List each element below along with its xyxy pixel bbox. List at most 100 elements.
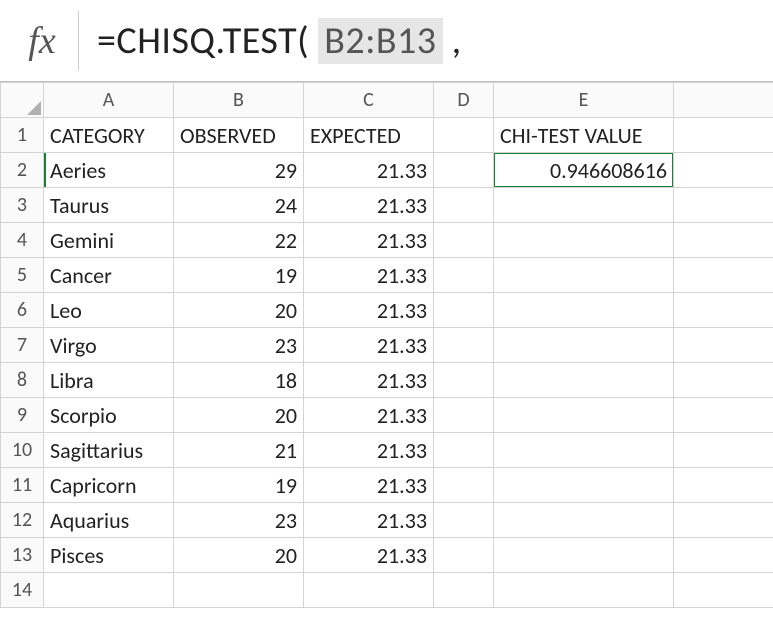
cell-E13[interactable] [494, 538, 674, 573]
cell-B4[interactable]: 22 [174, 223, 304, 258]
cell-F7[interactable] [674, 328, 773, 363]
cell-B1[interactable]: OBSERVED [174, 118, 304, 153]
column-header-B[interactable]: B [174, 83, 304, 118]
cell-A7[interactable]: Virgo [44, 328, 174, 363]
cell-B8[interactable]: 18 [174, 363, 304, 398]
cell-E8[interactable] [494, 363, 674, 398]
cell-C12[interactable]: 21.33 [304, 503, 434, 538]
row-header-7[interactable]: 7 [1, 328, 44, 363]
cell-C11[interactable]: 21.33 [304, 468, 434, 503]
cell-F4[interactable] [674, 223, 773, 258]
cell-F5[interactable] [674, 258, 773, 293]
cell-E7[interactable] [494, 328, 674, 363]
cell-A14[interactable] [44, 573, 174, 608]
cell-C4[interactable]: 21.33 [304, 223, 434, 258]
row-header-9[interactable]: 9 [1, 398, 44, 433]
cell-F2[interactable] [674, 153, 773, 188]
cell-E3[interactable] [494, 188, 674, 223]
formula-bar[interactable]: fx =CHISQ.TEST( B2:B13 , [0, 0, 773, 82]
column-header-C[interactable]: C [304, 83, 434, 118]
row-header-14[interactable]: 14 [1, 573, 44, 608]
cell-D6[interactable] [434, 293, 494, 328]
column-header-A[interactable]: A [44, 83, 174, 118]
cell-B5[interactable]: 19 [174, 258, 304, 293]
cell-D11[interactable] [434, 468, 494, 503]
row-header-6[interactable]: 6 [1, 293, 44, 328]
cell-A2[interactable]: Aeries [44, 153, 174, 188]
formula-input[interactable]: =CHISQ.TEST( B2:B13 , [97, 18, 462, 64]
cell-D14[interactable] [434, 573, 494, 608]
cell-C7[interactable]: 21.33 [304, 328, 434, 363]
column-header-E[interactable]: E [494, 83, 674, 118]
cell-F3[interactable] [674, 188, 773, 223]
cell-F1[interactable] [674, 118, 773, 153]
cell-A6[interactable]: Leo [44, 293, 174, 328]
row-header-2[interactable]: 2 [1, 153, 44, 188]
cell-D3[interactable] [434, 188, 494, 223]
row-header-4[interactable]: 4 [1, 223, 44, 258]
cell-C13[interactable]: 21.33 [304, 538, 434, 573]
cell-F11[interactable] [674, 468, 773, 503]
cell-B9[interactable]: 20 [174, 398, 304, 433]
row-header-10[interactable]: 10 [1, 433, 44, 468]
cell-A8[interactable]: Libra [44, 363, 174, 398]
cell-A9[interactable]: Scorpio [44, 398, 174, 433]
cell-A3[interactable]: Taurus [44, 188, 174, 223]
cell-D10[interactable] [434, 433, 494, 468]
column-header-extra[interactable] [674, 83, 773, 118]
cell-F14[interactable] [674, 573, 773, 608]
cell-E10[interactable] [494, 433, 674, 468]
cell-F12[interactable] [674, 503, 773, 538]
cell-B2[interactable]: 29 [174, 153, 304, 188]
cell-A5[interactable]: Cancer [44, 258, 174, 293]
cell-D5[interactable] [434, 258, 494, 293]
cell-A12[interactable]: Aquarius [44, 503, 174, 538]
row-header-8[interactable]: 8 [1, 363, 44, 398]
cell-C5[interactable]: 21.33 [304, 258, 434, 293]
cell-D12[interactable] [434, 503, 494, 538]
cell-B6[interactable]: 20 [174, 293, 304, 328]
cell-C10[interactable]: 21.33 [304, 433, 434, 468]
cell-E14[interactable] [494, 573, 674, 608]
cell-D4[interactable] [434, 223, 494, 258]
column-header-D[interactable]: D [434, 83, 494, 118]
cell-E12[interactable] [494, 503, 674, 538]
cell-B12[interactable]: 23 [174, 503, 304, 538]
cell-E1[interactable]: CHI-TEST VALUE [494, 118, 674, 153]
cell-B10[interactable]: 21 [174, 433, 304, 468]
row-header-3[interactable]: 3 [1, 188, 44, 223]
cell-F6[interactable] [674, 293, 773, 328]
cell-B7[interactable]: 23 [174, 328, 304, 363]
cell-D8[interactable] [434, 363, 494, 398]
cell-C9[interactable]: 21.33 [304, 398, 434, 433]
cell-A4[interactable]: Gemini [44, 223, 174, 258]
cell-B14[interactable] [174, 573, 304, 608]
cell-D1[interactable] [434, 118, 494, 153]
cell-D9[interactable] [434, 398, 494, 433]
cell-E6[interactable] [494, 293, 674, 328]
cell-D13[interactable] [434, 538, 494, 573]
cell-C3[interactable]: 21.33 [304, 188, 434, 223]
cell-E9[interactable] [494, 398, 674, 433]
cell-A10[interactable]: Sagittarius [44, 433, 174, 468]
cell-E4[interactable] [494, 223, 674, 258]
row-header-1[interactable]: 1 [1, 118, 44, 153]
row-header-13[interactable]: 13 [1, 538, 44, 573]
cell-E5[interactable] [494, 258, 674, 293]
row-header-12[interactable]: 12 [1, 503, 44, 538]
cell-F13[interactable] [674, 538, 773, 573]
cell-C1[interactable]: EXPECTED [304, 118, 434, 153]
row-header-11[interactable]: 11 [1, 468, 44, 503]
cell-C6[interactable]: 21.33 [304, 293, 434, 328]
cell-D2[interactable] [434, 153, 494, 188]
cell-B13[interactable]: 20 [174, 538, 304, 573]
cell-C2[interactable]: 21.33 [304, 153, 434, 188]
cell-F9[interactable] [674, 398, 773, 433]
select-all-corner[interactable] [1, 83, 44, 118]
cell-A1[interactable]: CATEGORY [44, 118, 174, 153]
fx-icon[interactable]: fx [6, 19, 78, 63]
cell-A13[interactable]: Pisces [44, 538, 174, 573]
cell-B11[interactable]: 19 [174, 468, 304, 503]
cell-F8[interactable] [674, 363, 773, 398]
cell-F10[interactable] [674, 433, 773, 468]
